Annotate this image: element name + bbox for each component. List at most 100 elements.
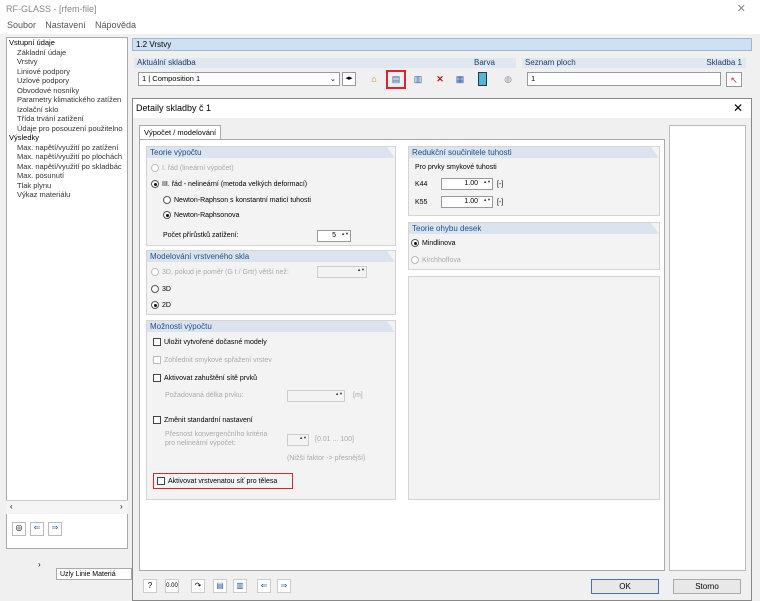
load-icon[interactable]: ▤: [213, 579, 227, 593]
third-order-label: III. řád - nelineární (metoda velkých de…: [162, 180, 308, 188]
stiffness-header: Redukční součinitele tuhosti: [409, 147, 659, 158]
checkbox-mesh-refine[interactable]: Aktivovat zahuštění sítě prvků: [153, 374, 257, 382]
import-icon[interactable]: ⇐: [257, 579, 271, 593]
export-icon[interactable]: ⇒: [277, 579, 291, 593]
stiffness-sub: Pro prvky smykové tuhosti: [415, 164, 497, 171]
bottom-tabs[interactable]: Uzly Linie Materiá: [56, 568, 132, 580]
edit-layup-icon[interactable]: ▦: [452, 72, 468, 87]
menu-settings[interactable]: Nastavení: [45, 20, 86, 30]
nav-item[interactable]: Vrstvy: [7, 57, 127, 67]
radio-third-order[interactable]: III. řád - nelineární (metoda velkých de…: [151, 180, 307, 188]
layup-details-dialog: Detaily skladby č 1 ✕ Výpočet / modelová…: [132, 98, 752, 601]
nav-item[interactable]: Max. napětí/využití po plochách: [7, 152, 127, 162]
units-icon[interactable]: 0.00: [165, 579, 179, 593]
menu-help[interactable]: Nápověda: [95, 20, 136, 30]
help-icon[interactable]: ?: [143, 579, 157, 593]
nav-item[interactable]: Uzlové podpory: [7, 76, 127, 86]
dialog-title: Detaily skladby č 1: [136, 103, 212, 113]
convergence-hint: (Nižší faktor -> přesnější): [287, 455, 366, 462]
label-3d: 3D: [162, 285, 171, 293]
options-header: Možnosti výpočtu: [147, 321, 395, 332]
radio-3d[interactable]: 3D: [151, 285, 171, 293]
section-title: 1.2 Vrstvy: [136, 40, 172, 49]
nav-item[interactable]: Parametry klimatického zatížen: [7, 95, 127, 105]
kirchhoff-label: Kirchhoffova: [422, 256, 461, 264]
close-icon[interactable]: ✕: [737, 2, 746, 15]
nav-results-header[interactable]: Výsledky: [7, 133, 127, 143]
k44-label: K44: [415, 181, 428, 188]
save-icon[interactable]: ▥: [233, 579, 247, 593]
nav-item[interactable]: Údaje pro posouzení použitelno: [7, 124, 127, 134]
newton-constant-label: Newton-Raphson s konstantní maticí tuhos…: [174, 196, 311, 204]
view-icon[interactable]: ◎: [12, 522, 26, 536]
select-surfaces-icon[interactable]: ↖: [726, 72, 742, 87]
radio-3d-conditional[interactable]: 3D, pokud je poměr (G t / Grtr) větší ne…: [151, 268, 289, 276]
copy-layup-icon[interactable]: ▥: [410, 72, 426, 87]
prev-next-icon[interactable]: ◂▸: [342, 72, 356, 86]
radio-kirchhoff[interactable]: Kirchhoffova: [411, 256, 461, 264]
model-header: Modelování vrstveného skla: [147, 251, 395, 262]
layup-select[interactable]: 1 | Composition 1 ⌄: [138, 72, 340, 86]
increments-stepper[interactable]: 5: [317, 230, 351, 242]
nav-prev-icon[interactable]: ⇐: [30, 522, 44, 536]
menu-file[interactable]: Soubor: [7, 20, 36, 30]
nav-input-header[interactable]: Vstupní údaje: [7, 38, 127, 48]
reset-icon[interactable]: ↷: [191, 579, 205, 593]
dialog-close-icon[interactable]: ✕: [733, 101, 743, 115]
radio-first-order[interactable]: I. řád (lineární výpočet): [151, 164, 234, 172]
increments-label: Počet přírůstků zatížení:: [163, 232, 239, 239]
scroll-left-icon[interactable]: ‹: [10, 502, 13, 511]
ratio-stepper[interactable]: [317, 266, 367, 278]
change-defaults-label: Změnit standardní nastavení: [164, 416, 253, 424]
checkbox-change-defaults[interactable]: Změnit standardní nastavení: [153, 416, 253, 424]
radio-mindlin[interactable]: Mindlinova: [411, 239, 455, 247]
nav-item[interactable]: Max. napětí/využití po skladbác: [7, 162, 127, 172]
layup-details-icon[interactable]: ▤: [386, 70, 406, 89]
nav-item[interactable]: Výkaz materiálu: [7, 190, 127, 200]
delete-icon[interactable]: ✕: [432, 72, 448, 87]
new-layup-icon[interactable]: ⌂: [366, 72, 382, 87]
increments-value: 5: [332, 232, 336, 239]
expand-icon[interactable]: ›: [38, 560, 41, 569]
k44-unit: [-]: [497, 181, 504, 188]
nav-item[interactable]: Max. napětí/využití po zatížení: [7, 143, 127, 153]
surfaces-input[interactable]: 1: [527, 72, 721, 86]
element-length-stepper[interactable]: [287, 390, 345, 402]
tab-calculation[interactable]: Výpočet / modelování: [139, 125, 221, 140]
convergence-stepper[interactable]: [287, 434, 309, 446]
navigator-tree[interactable]: Vstupní údaje Základní údaje Vrstvy Lini…: [6, 37, 128, 549]
k44-stepper[interactable]: 1.00: [441, 178, 493, 190]
radio-newton-raphson[interactable]: Newton-Raphsonova: [163, 211, 239, 219]
k55-stepper[interactable]: 1.00: [441, 196, 493, 208]
nav-item[interactable]: Max. posunutí: [7, 171, 127, 181]
nav-item[interactable]: Liniové podpory: [7, 67, 127, 77]
radio-2d[interactable]: 2D: [151, 301, 171, 309]
nav-item[interactable]: Základní údaje: [7, 48, 127, 58]
convergence-label-1: Přesnost konvergenčního kritéria: [165, 431, 268, 438]
section-header: 1.2 Vrstvy: [132, 38, 752, 51]
color-swatch[interactable]: [478, 72, 487, 86]
nav-item[interactable]: Třída trvání zatížení: [7, 114, 127, 124]
checkbox-save-models[interactable]: Uložit vytvořené dočasné modely: [153, 338, 267, 346]
nav-next-icon[interactable]: ⇒: [48, 522, 62, 536]
save-models-label: Uložit vytvořené dočasné modely: [164, 338, 267, 346]
mesh-refine-label: Aktivovat zahuštění sítě prvků: [164, 374, 257, 382]
scroll-right-icon[interactable]: ›: [120, 502, 123, 511]
dialog-title-bar: Detaily skladby č 1 ✕: [133, 99, 751, 118]
plate-header: Teorie ohybu desek: [409, 223, 659, 234]
nav-item[interactable]: Tlak plynu: [7, 181, 127, 191]
radio-newton-constant[interactable]: Newton-Raphson s konstantní maticí tuhos…: [163, 196, 311, 204]
nav-item[interactable]: Izolační sklo: [7, 105, 127, 115]
nav-scrollbar[interactable]: [6, 500, 128, 514]
shear-coupling-label: Zohlednit smykové spřažení vrstev: [164, 356, 272, 364]
mindlin-label: Mindlinova: [422, 239, 456, 247]
checkbox-shear-coupling[interactable]: Zohlednit smykové spřažení vrstev: [153, 356, 272, 364]
nav-item[interactable]: Obvodové nosníky: [7, 86, 127, 96]
theory-group: Teorie výpočtu I. řád (lineární výpočet)…: [146, 146, 396, 246]
checkbox-layered-mesh[interactable]: Aktivovat vrstvenatou síť pro tělesa: [157, 477, 277, 485]
ok-button[interactable]: OK: [591, 579, 659, 594]
k55-value: 1.00: [464, 198, 478, 205]
cancel-button[interactable]: Storno: [673, 579, 741, 594]
window-title: RF-GLASS - [rfem-file]: [6, 4, 97, 14]
pick-color-icon[interactable]: ◍: [500, 72, 516, 87]
